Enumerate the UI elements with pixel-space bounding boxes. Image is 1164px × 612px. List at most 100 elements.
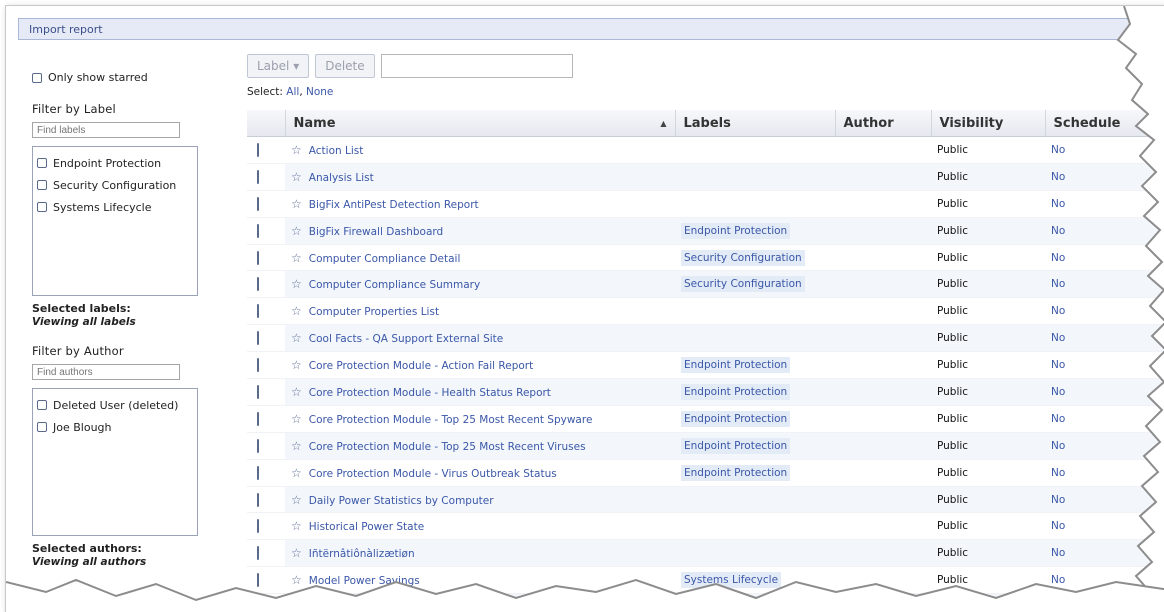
report-name-link[interactable]: Daily Power Statistics by Computer [309,495,494,507]
table-row[interactable]: ☆ Computer Properties List Public No [247,297,1164,326]
star-icon[interactable]: ☆ [291,600,302,612]
star-icon[interactable]: ☆ [291,358,302,372]
author-filter-checkbox[interactable] [37,422,47,432]
find-authors-input[interactable] [32,364,180,380]
table-row[interactable]: ☆ Cool Facts - QA Support External Site Pu… [247,324,1164,353]
table-row[interactable]: ☆ Action List Public No [247,136,1164,164]
report-name-link[interactable]: Computer Compliance Detail [309,253,461,265]
header-schedule[interactable]: Schedule [1045,110,1164,137]
delete-button[interactable]: Delete [315,54,375,78]
select-none-link[interactable]: None [306,86,333,98]
row-checkbox[interactable] [257,438,259,453]
row-checkbox[interactable] [257,546,259,561]
only-starred-toggle[interactable]: Only show starred [32,71,204,84]
report-name-link[interactable]: Model Power Savings [309,575,420,587]
import-report-bar[interactable]: Import report [18,18,1164,40]
report-name-link[interactable]: Computer Compliance Summary [309,279,480,291]
row-checkbox[interactable] [257,304,259,319]
label-filter-checkbox[interactable] [37,158,47,168]
report-name-link[interactable]: Computer Properties List [309,306,439,318]
report-name-link[interactable]: Core Protection Module - Top 25 Most Rec… [309,441,586,453]
table-row[interactable]: ☆ Iñtërnâtiônàlizætiøn Public No [247,539,1164,568]
report-name-link[interactable]: Iñtërnâtiônàlizætiøn [309,548,415,560]
table-row[interactable]: ☆ Historical Power State Public No [247,512,1164,541]
star-icon[interactable]: ☆ [291,519,302,533]
star-icon[interactable]: ☆ [291,143,302,157]
row-checkbox[interactable] [257,358,259,373]
row-checkbox[interactable] [257,142,259,157]
label-filter-item[interactable]: Security Configuration [37,174,193,196]
row-checkbox[interactable] [257,465,259,480]
row-checkbox[interactable] [257,573,259,588]
table-row[interactable]: ☆ Core Protection Module - Top 25 Most Re… [247,432,1164,460]
row-checkbox[interactable] [257,600,259,612]
report-name-link[interactable]: Action List [309,145,364,157]
report-name-link[interactable]: Analysis List [309,172,374,184]
report-search-input[interactable] [380,54,573,78]
report-label-tag[interactable]: Endpoint Protection [681,464,791,481]
sort-ascending-icon[interactable]: ▲ [660,119,666,128]
report-name-link[interactable]: BigFix Firewall Dashboard [309,226,443,238]
star-icon[interactable]: ☆ [291,385,302,399]
row-checkbox[interactable] [257,196,259,211]
star-icon[interactable]: ☆ [291,304,302,318]
row-checkbox[interactable] [257,384,259,399]
star-icon[interactable]: ☆ [291,331,302,345]
report-name-link[interactable]: Core Protection Module - Action Fail Rep… [309,360,533,372]
table-row[interactable]: ☆ Daily Power Statistics by Computer Publi… [247,486,1164,514]
table-row[interactable]: ☆ Core Protection Module - Virus Outbreak… [247,459,1164,487]
author-filter-checkbox[interactable] [37,400,47,410]
report-label-tag[interactable]: Security Configuration [681,276,805,293]
find-labels-input[interactable] [32,122,180,138]
select-all-link[interactable]: All [286,86,299,98]
star-icon[interactable]: ☆ [291,466,302,480]
star-icon[interactable]: ☆ [291,493,302,507]
report-label-tag[interactable]: Endpoint Protection [681,222,791,239]
header-author[interactable]: Author [835,110,932,137]
table-row[interactable]: ☆ Core Protection Module - Health Status … [247,378,1164,406]
header-name[interactable]: Name ▲ [285,110,676,137]
report-label-tag[interactable]: Endpoint Protection [681,383,791,400]
table-row[interactable]: ☆ Model Power Savings Systems Lifecycle Pub… [247,566,1164,595]
table-row[interactable]: ☆ Public [247,593,1164,612]
star-icon[interactable]: ☆ [291,412,302,426]
table-row[interactable]: ☆ Core Protection Module - Top 25 Most Re… [247,405,1164,433]
star-icon[interactable]: ☆ [291,224,302,238]
star-icon[interactable]: ☆ [291,277,302,291]
table-row[interactable]: ☆ BigFix Firewall Dashboard Endpoint Prote… [247,217,1164,245]
report-label-tag[interactable]: Endpoint Protection [681,410,791,427]
header-labels[interactable]: Labels [675,110,836,137]
row-checkbox[interactable] [257,492,259,507]
report-label-tag[interactable]: Endpoint Protection [681,357,791,374]
row-checkbox[interactable] [257,277,259,292]
report-name-link[interactable]: Core Protection Module - Top 25 Most Rec… [309,414,593,426]
table-row[interactable]: ☆ Computer Compliance Summary Security Con… [247,270,1164,299]
table-row[interactable]: ☆ Core Protection Module - Action Fail Re… [247,351,1164,380]
import-report-link[interactable]: Import report [29,23,103,36]
star-icon[interactable]: ☆ [291,170,302,184]
row-checkbox[interactable] [257,169,259,184]
star-icon[interactable]: ☆ [291,573,302,587]
star-icon[interactable]: ☆ [291,439,302,453]
row-checkbox[interactable] [257,411,259,426]
report-label-tag[interactable]: Endpoint Protection [681,437,791,454]
report-name-link[interactable]: Core Protection Module - Virus Outbreak … [309,468,557,480]
row-checkbox[interactable] [257,250,259,265]
label-filter-item[interactable]: Endpoint Protection [37,152,193,174]
star-icon[interactable]: ☆ [291,197,302,211]
report-name-link[interactable]: Core Protection Module - Health Status R… [309,387,551,399]
author-filter-item[interactable]: Deleted User (deleted) [37,394,193,416]
row-checkbox[interactable] [257,223,259,238]
star-icon[interactable]: ☆ [291,546,302,560]
table-row[interactable]: ☆ BigFix AntiPest Detection Report Public N… [247,190,1164,218]
author-filter-item[interactable]: Joe Blough [37,416,193,438]
report-label-tag[interactable]: Systems Lifecycle [681,572,782,589]
report-name-link[interactable]: Cool Facts - QA Support External Site [309,333,503,345]
table-row[interactable]: ☆ Analysis List Public No [247,163,1164,191]
label-filter-checkbox[interactable] [37,180,47,190]
label-dropdown-button[interactable]: Label ▾ [247,54,310,78]
star-icon[interactable]: ☆ [291,251,302,265]
label-filter-checkbox[interactable] [37,202,47,212]
report-name-link[interactable]: Historical Power State [309,521,424,533]
only-starred-checkbox[interactable] [32,72,42,83]
